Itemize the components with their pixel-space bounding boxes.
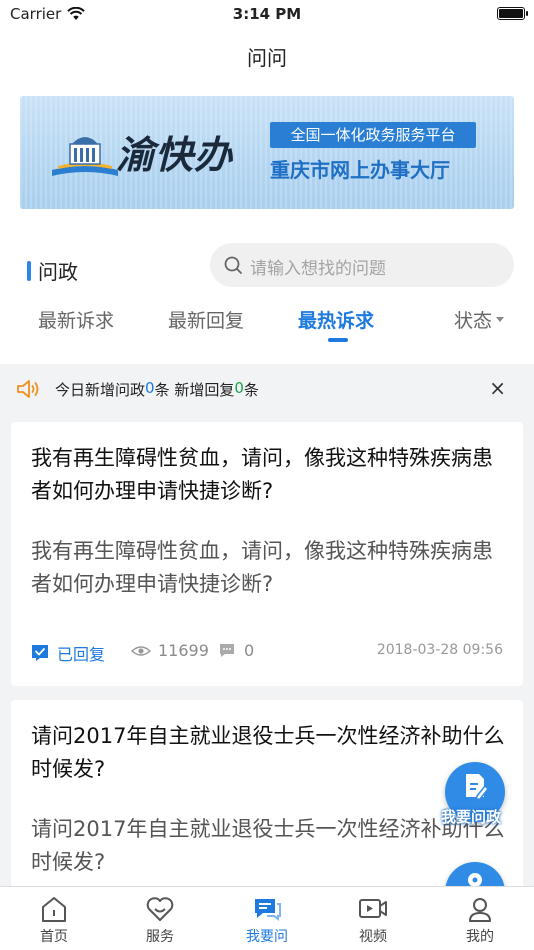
- post-card[interactable]: 我有再生障碍性贫血，请问，像我这种特殊疾病患者如何办理申请快捷诊断? 我有再生障…: [11, 422, 523, 686]
- notice-bar: 今日新增问政 0 条 新增回复 0 条 ×: [0, 366, 534, 412]
- notice-text: 今日新增问政 0 条 新增回复 0 条: [55, 379, 259, 400]
- active-tab-indicator: [328, 338, 348, 342]
- section-marker: [27, 261, 31, 281]
- tab-status[interactable]: 状态: [454, 306, 505, 333]
- notice-prefix: 今日新增问政: [55, 381, 146, 399]
- eye-icon: [131, 645, 151, 656]
- tab-ask-label: 我要问: [246, 929, 288, 945]
- heart-icon: [146, 897, 174, 921]
- new-questions-count: 0: [145, 379, 155, 397]
- nav-bar: 问问: [0, 28, 534, 84]
- banner-section: 渝快办 全国一体化政务服务平台 重庆市网上办事大厅: [0, 84, 534, 224]
- tab-services-label: 服务: [146, 929, 174, 945]
- status-time: 3:14 PM: [232, 5, 302, 23]
- new-replies-count: 0: [234, 379, 244, 397]
- close-icon[interactable]: ×: [489, 376, 506, 400]
- notice-mid: 条 新增回复: [154, 381, 235, 399]
- comment-icon: [220, 643, 234, 657]
- status-bar: Carrier 3:14 PM: [0, 0, 534, 28]
- bottom-tab-bar: 首页 服务 我要问 视频 我的: [0, 886, 534, 950]
- banner-brand-text: 渝快办: [116, 133, 234, 177]
- tab-home-label: 首页: [40, 929, 68, 945]
- tab-latest-requests[interactable]: 最新诉求: [38, 306, 114, 333]
- tab-video-label: 视频: [359, 929, 387, 945]
- reply-check-icon: [32, 645, 48, 661]
- ask-question-label[interactable]: 我要问政: [441, 806, 501, 827]
- tab-video[interactable]: 视频: [338, 895, 408, 946]
- post-body: 我有再生障碍性贫血，请问，像我这种特殊疾病患者如何办理申请快捷诊断?: [31, 539, 493, 596]
- section-title: 问政: [38, 260, 78, 284]
- tab-mine[interactable]: 我的: [445, 895, 515, 946]
- filter-area: 问政 请输入想找的问题 最新诉求 最新回复 最热诉求 状态: [0, 224, 534, 364]
- view-count-value: 11699: [158, 641, 209, 660]
- video-icon: [359, 899, 387, 918]
- tab-status-label: 状态: [454, 310, 493, 332]
- tab-hottest-requests[interactable]: 最热诉求: [298, 306, 374, 333]
- battery-icon: [497, 7, 528, 20]
- view-count: 11699: [131, 641, 209, 660]
- reply-status: 已回复: [31, 641, 105, 665]
- chat-icon: [255, 899, 281, 921]
- post-title: 我有再生障碍性贫血，请问，像我这种特殊疾病患者如何办理申请快捷诊断?: [31, 446, 493, 503]
- building-logo-icon: [52, 137, 118, 176]
- post-body: 请问2017年自主就业退役士兵一次性经济补助什么时候发?: [31, 817, 505, 874]
- reply-status-label: 已回复: [57, 645, 106, 664]
- post-title: 请问2017年自主就业退役士兵一次性经济补助什么时候发?: [31, 724, 505, 781]
- page-title: 问问: [247, 46, 287, 70]
- comment-count-value: 0: [244, 641, 255, 660]
- search-placeholder: 请输入想找的问题: [250, 259, 386, 279]
- tab-ask[interactable]: 我要问: [232, 895, 302, 946]
- promo-banner[interactable]: 渝快办 全国一体化政务服务平台 重庆市网上办事大厅: [20, 96, 514, 209]
- search-input[interactable]: 请输入想找的问题: [210, 243, 514, 287]
- banner-subtitle: 全国一体化政务服务平台: [270, 122, 476, 148]
- tab-latest-replies[interactable]: 最新回复: [168, 306, 244, 333]
- tab-mine-label: 我的: [466, 929, 494, 945]
- user-icon: [469, 898, 491, 922]
- banner-main-text: 重庆市网上办事大厅: [270, 158, 450, 182]
- comment-count: 0: [217, 641, 254, 660]
- filter-tabs: 最新诉求 最新回复 最热诉求 状态: [0, 306, 534, 346]
- home-icon: [42, 897, 66, 922]
- speaker-icon: [17, 380, 39, 398]
- dropdown-arrow-icon: [496, 317, 505, 322]
- notice-suffix: 条: [243, 381, 259, 399]
- tab-services[interactable]: 服务: [125, 895, 195, 946]
- post-date: 2018-03-28 09:56: [376, 642, 503, 658]
- tab-home[interactable]: 首页: [19, 895, 89, 946]
- edit-document-icon: [466, 774, 489, 800]
- post-meta: 已回复 11699 0 2018-03-28 09:56: [31, 641, 503, 665]
- search-icon: [224, 256, 242, 274]
